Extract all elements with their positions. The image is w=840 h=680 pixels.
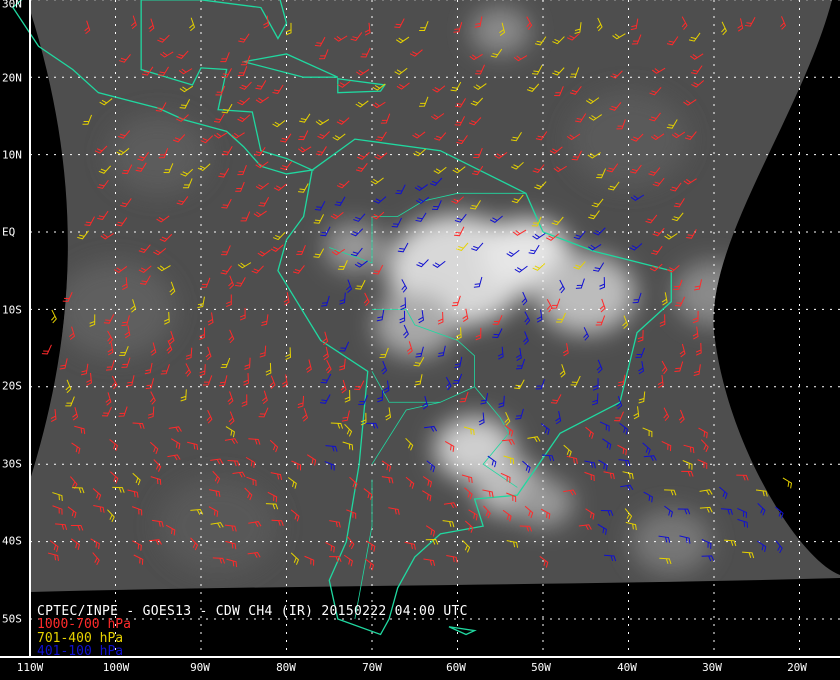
lon-label-50w: 50W <box>531 661 551 674</box>
cloud-patch <box>324 223 385 272</box>
cloud-patch <box>535 253 636 334</box>
lat-label-eq: EQ <box>2 225 16 239</box>
satellite-map: 30N 20N 10N EQ 10S 20S 30S 40S 50S 110W … <box>0 0 840 680</box>
cloud-patch <box>470 6 531 55</box>
lon-label-70w: 70W <box>362 661 382 674</box>
lon-label-100w: 100W <box>102 661 130 674</box>
lon-label-80w: 80W <box>276 661 296 674</box>
map-canvas <box>0 0 840 658</box>
wind-barb <box>41 344 52 355</box>
map-bottom-border <box>0 656 840 658</box>
cloud-patch <box>513 478 573 527</box>
ir-imagery <box>30 0 840 592</box>
lon-label-90w: 90W <box>190 661 210 674</box>
lon-label-110w: 110W <box>16 661 44 674</box>
lat-label-30s: 30S <box>2 457 22 471</box>
falklands-coastline <box>448 626 477 636</box>
lat-label-30n: 30N <box>2 0 22 11</box>
lat-label-40s: 40S <box>2 534 22 548</box>
legend-low-level: 1000-700 hPa <box>37 617 131 632</box>
lat-label-10n: 10N <box>2 148 22 162</box>
wind-barb <box>782 477 793 489</box>
legend-high-level: 401-100 hPa <box>37 644 124 659</box>
map-left-border <box>29 0 31 658</box>
lon-label-60w: 60W <box>446 661 466 674</box>
lat-label-10s: 10S <box>2 303 22 317</box>
wind-barb <box>51 309 57 324</box>
lat-label-50s: 50S <box>2 612 22 626</box>
cloud-patch <box>674 261 754 326</box>
cloud-patch <box>158 478 279 575</box>
cloud-patch <box>55 261 176 358</box>
lon-label-40w: 40W <box>617 661 637 674</box>
lat-label-20s: 20S <box>2 379 22 393</box>
lon-label-20w: 20W <box>787 661 807 674</box>
lat-label-20n: 20N <box>2 71 22 85</box>
lon-label-30w: 30W <box>702 661 722 674</box>
